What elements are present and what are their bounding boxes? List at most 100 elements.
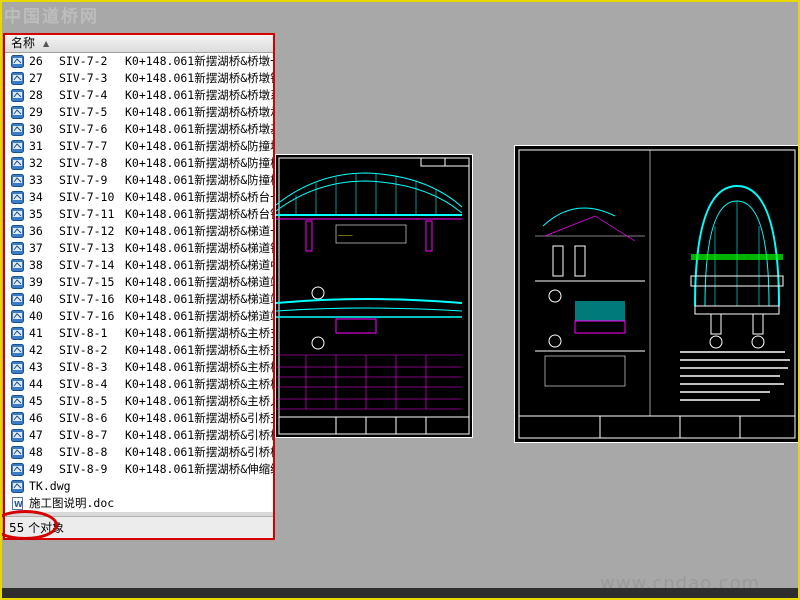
file-code: SIV-7-11 [59,207,115,221]
file-code: SIV-7-16 [59,309,115,323]
file-row[interactable]: 43 SIV-8-3 K0+148.061新摆湖桥&主桥桥 [5,359,273,376]
dwg-file-icon [11,191,24,204]
file-description: K0+148.061新摆湖桥&主桥桥 [125,377,275,391]
file-row[interactable]: 29 SIV-7-5 K0+148.061新摆湖桥&桥墩承 [5,104,273,121]
cad-drawing-preview-2[interactable] [514,145,800,443]
file-row[interactable]: 28 SIV-7-4 K0+148.061新摆湖桥&桥墩系 [5,87,273,104]
cad-drawing-1-graphic: ———— [275,157,470,435]
file-description: K0+148.061新摆湖桥&桥墩承 [125,105,275,119]
file-code: SIV-7-7 [59,139,108,153]
file-description: K0+148.061新摆湖桥&伸缩缝 [125,462,275,476]
file-row[interactable]: 26 SIV-7-2 K0+148.061新摆湖桥&桥墩一 [5,53,273,70]
dwg-file-icon [11,361,24,374]
file-description: K0+148.061新摆湖桥&防撞墩 [125,139,275,153]
dwg-file-icon [11,310,24,323]
file-number: 29 [29,105,43,119]
file-description: K0+148.061新摆湖桥&主桥支 [125,343,275,357]
file-row[interactable]: 27 SIV-7-3 K0+148.061新摆湖桥&桥墩钢 [5,70,273,87]
watermark-top: 中国道桥网 [4,7,99,27]
dwg-file-icon [11,480,24,493]
file-row[interactable]: 32 SIV-7-8 K0+148.061新摆湖桥&防撞桩 [5,155,273,172]
file-number: 41 [29,326,43,340]
dwg-file-icon [11,225,24,238]
dwg-file-icon [11,378,24,391]
file-row[interactable]: 33 SIV-7-9 K0+148.061新摆湖桥&防撞桩 [5,172,273,189]
file-row[interactable]: W 施工图说明.doc [5,495,273,512]
svg-text:————: ———— [338,232,353,239]
bottom-strip [0,588,800,600]
cad-drawing-preview-1[interactable]: ———— [275,154,473,438]
file-row[interactable]: 40 SIV-7-16 K0+148.061新摆湖桥&梯道端 [5,291,273,308]
file-number: 31 [29,139,43,153]
dwg-file-icon [11,276,24,289]
file-row[interactable]: 38 SIV-7-14 K0+148.061新摆湖桥&梯道中 [5,257,273,274]
file-row[interactable]: TK.dwg [5,478,273,495]
file-code: SIV-7-9 [59,173,108,187]
file-description: K0+148.061新摆湖桥&防撞桩 [125,156,275,170]
file-description: K0+148.061新摆湖桥&主桥支 [125,326,275,340]
file-row[interactable]: 47 SIV-8-7 K0+148.061新摆湖桥&引桥桥 [5,427,273,444]
svg-text:W: W [14,500,23,509]
file-code: SIV-7-13 [59,241,115,255]
dwg-file-icon [11,123,24,136]
dwg-file-icon [11,140,24,153]
file-number: 45 [29,394,43,408]
file-number: 36 [29,224,43,238]
file-description: K0+148.061新摆湖桥&主桥人 [125,394,275,408]
file-number: 35 [29,207,43,221]
file-description: K0+148.061新摆湖桥&梯道中 [125,258,275,272]
dwg-file-icon [11,293,24,306]
file-code: SIV-7-4 [59,88,108,102]
dwg-file-icon [11,463,24,476]
sort-up-arrow-icon: ▲ [43,39,50,48]
file-code: SIV-7-16 [59,292,115,306]
file-description: K0+148.061新摆湖桥&引桥桥 [125,428,275,442]
file-row[interactable]: 36 SIV-7-12 K0+148.061新摆湖桥&梯道一 [5,223,273,240]
file-number: 34 [29,190,43,204]
file-row[interactable]: 48 SIV-8-8 K0+148.061新摆湖桥&引桥桥 [5,444,273,461]
file-number: 39 [29,275,43,289]
file-code: SIV-7-14 [59,258,115,272]
name-column-label: 名称 [11,36,36,50]
file-description: K0+148.061新摆湖桥&桥墩基 [125,122,275,136]
file-description: K0+148.061新摆湖桥&桥墩钢 [125,71,275,85]
file-number: 32 [29,156,43,170]
file-row[interactable]: 37 SIV-7-13 K0+148.061新摆湖桥&梯道钢 [5,240,273,257]
file-row[interactable]: 40 SIV-7-16 K0+148.061新摆湖桥&梯道端 [5,308,273,325]
dwg-file-icon [11,446,24,459]
file-number: 48 [29,445,43,459]
file-code: SIV-7-15 [59,275,115,289]
dwg-file-icon [11,395,24,408]
file-description: K0+148.061新摆湖桥&防撞桩 [125,173,275,187]
name-column-header[interactable]: 名称 ▲ [5,35,273,53]
file-row[interactable]: 45 SIV-8-5 K0+148.061新摆湖桥&主桥人 [5,393,273,410]
file-row[interactable]: 34 SIV-7-10 K0+148.061新摆湖桥&桥台一 [5,189,273,206]
file-number: 44 [29,377,43,391]
file-code: SIV-7-3 [59,71,108,85]
file-row[interactable]: 41 SIV-8-1 K0+148.061新摆湖桥&主桥支 [5,325,273,342]
file-row[interactable]: 35 SIV-7-11 K0+148.061新摆湖桥&桥台钢 [5,206,273,223]
file-row[interactable]: 44 SIV-8-4 K0+148.061新摆湖桥&主桥桥 [5,376,273,393]
dwg-file-icon [11,412,24,425]
file-description: K0+148.061新摆湖桥&梯道一 [125,224,275,238]
dwg-file-icon [11,174,24,187]
file-row[interactable]: 42 SIV-8-2 K0+148.061新摆湖桥&主桥支 [5,342,273,359]
file-number: 33 [29,173,43,187]
file-name: TK.dwg [29,479,71,493]
file-row[interactable]: 46 SIV-8-6 K0+148.061新摆湖桥&引桥支 [5,410,273,427]
file-code: SIV-7-8 [59,156,108,170]
file-code: SIV-8-8 [59,445,108,459]
file-code: SIV-7-2 [59,54,108,68]
file-code: SIV-8-4 [59,377,108,391]
file-code: SIV-8-6 [59,411,108,425]
file-description: K0+148.061新摆湖桥&梯道端 [125,292,275,306]
file-row[interactable]: 39 SIV-7-15 K0+148.061新摆湖桥&梯道端 [5,274,273,291]
file-number: 26 [29,54,43,68]
file-row[interactable]: 49 SIV-8-9 K0+148.061新摆湖桥&伸缩缝 [5,461,273,478]
file-code: SIV-8-2 [59,343,108,357]
file-row[interactable]: 30 SIV-7-6 K0+148.061新摆湖桥&桥墩基 [5,121,273,138]
file-number: 28 [29,88,43,102]
file-name: 施工图说明.doc [29,496,115,510]
file-description: K0+148.061新摆湖桥&桥墩一 [125,54,275,68]
file-row[interactable]: 31 SIV-7-7 K0+148.061新摆湖桥&防撞墩 [5,138,273,155]
